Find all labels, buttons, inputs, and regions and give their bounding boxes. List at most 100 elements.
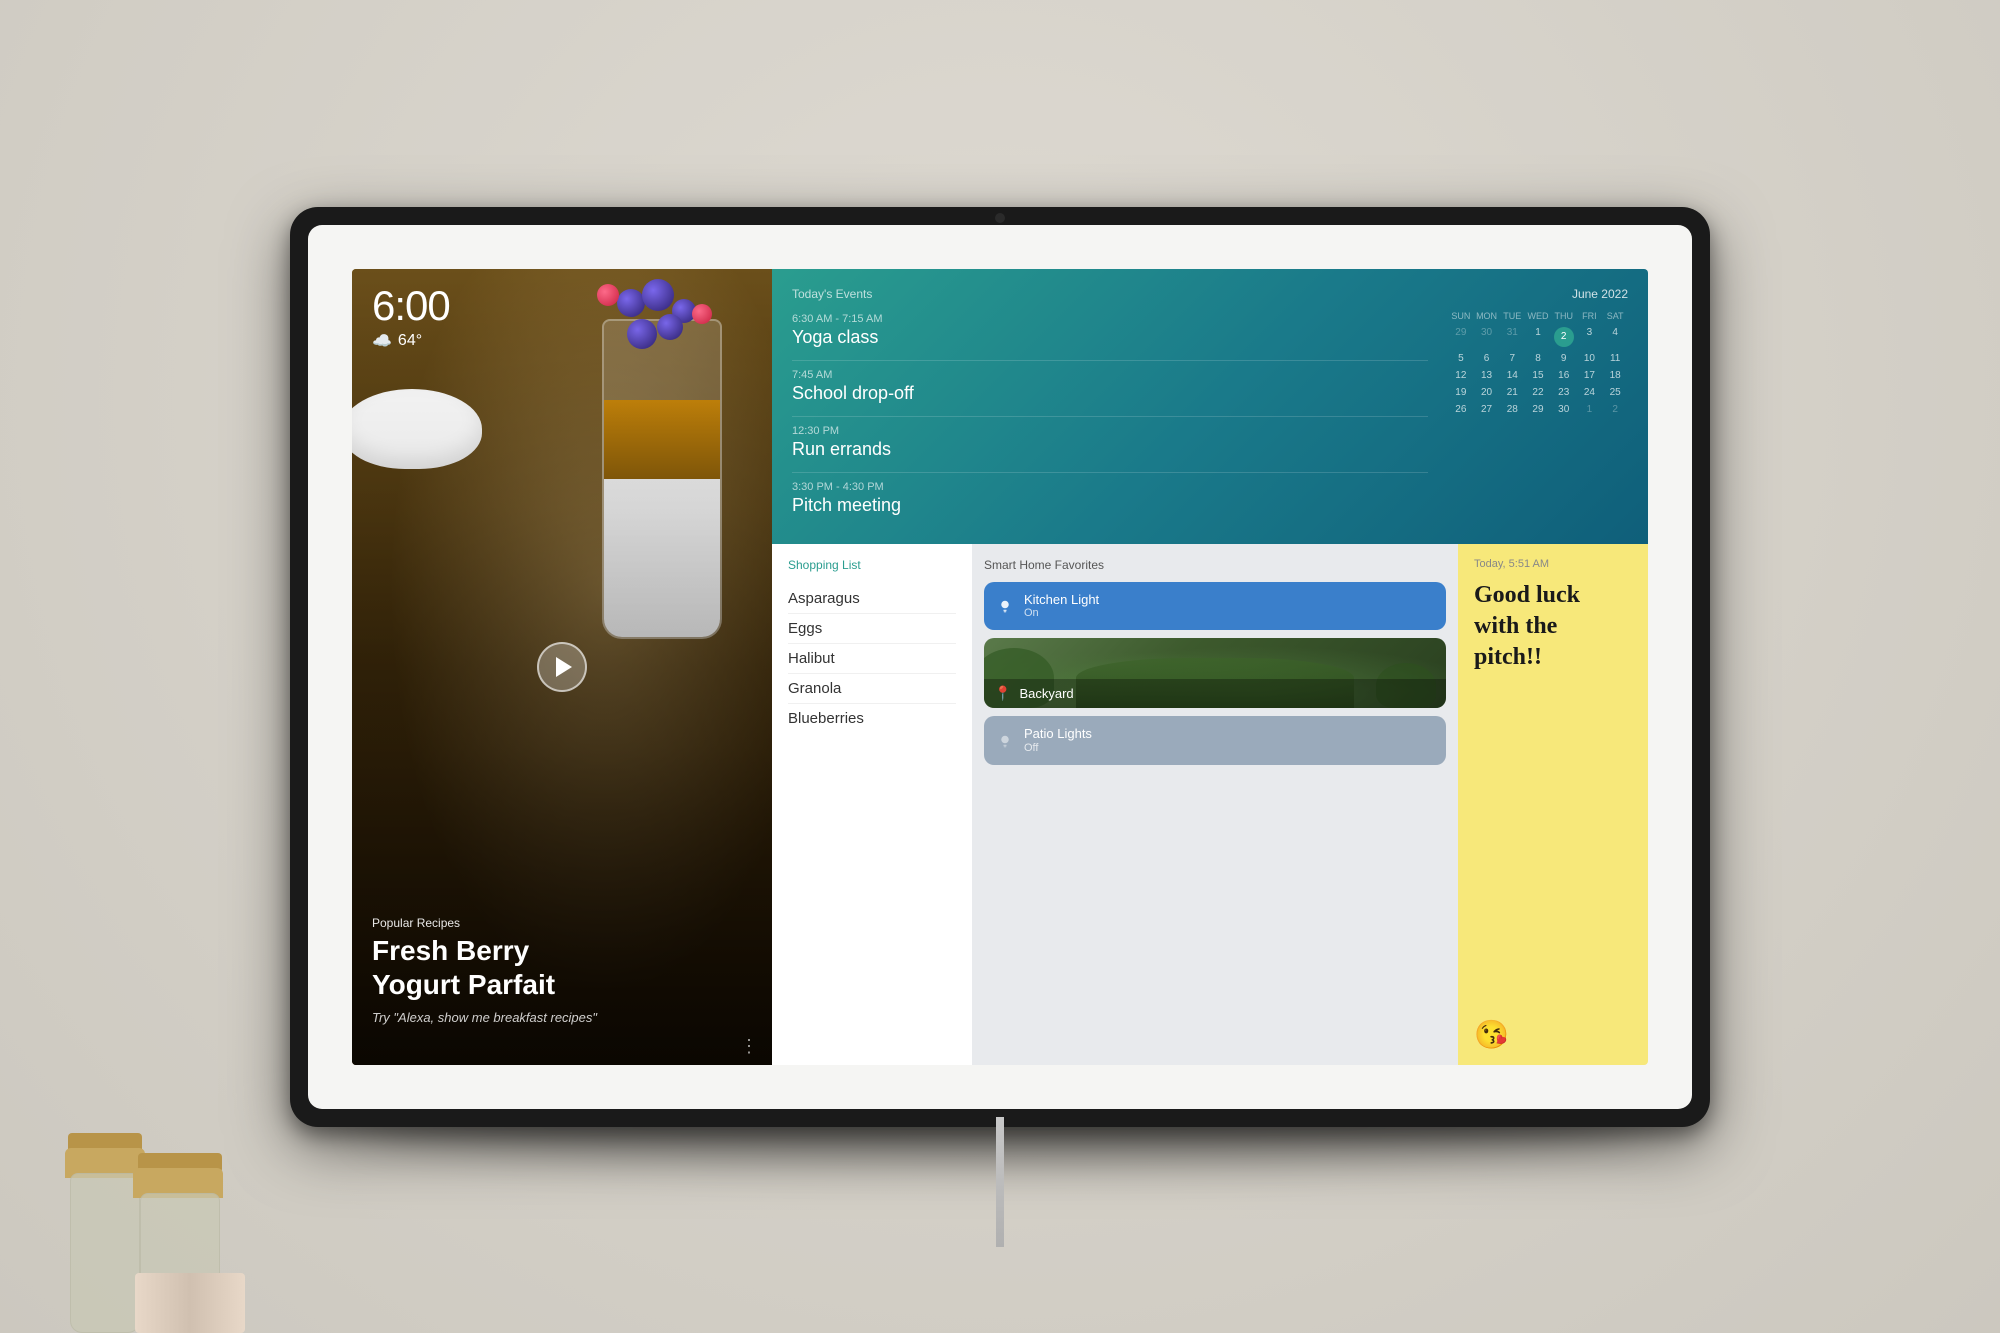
temperature: 64° — [398, 332, 422, 350]
cal-day[interactable]: 5 — [1448, 351, 1474, 366]
cal-day[interactable]: 2 — [1602, 402, 1628, 417]
cal-day[interactable]: 19 — [1448, 385, 1474, 400]
cal-day[interactable]: 29 — [1525, 402, 1551, 417]
play-button[interactable] — [537, 642, 587, 692]
smart-display-device: 6:00 ☁️ 64° Popular Recipes — [290, 207, 1710, 1127]
recipe-panel[interactable]: 6:00 ☁️ 64° Popular Recipes — [352, 269, 772, 1065]
cal-day[interactable]: 12 — [1448, 368, 1474, 383]
cal-day[interactable]: 1 — [1525, 325, 1551, 349]
backyard-label: 📍 Backyard — [984, 679, 1446, 708]
event-item[interactable]: 3:30 PM - 4:30 PM Pitch meeting — [792, 481, 1428, 516]
cal-day[interactable]: 22 — [1525, 385, 1551, 400]
event-time: 6:30 AM - 7:15 AM — [792, 313, 1428, 325]
event-divider — [792, 360, 1428, 361]
kitchen-light-status: On — [1024, 607, 1099, 620]
shopping-item[interactable]: Eggs — [788, 614, 956, 644]
calendar-weeks: 29 30 31 1 2 3 4 5 — [1448, 325, 1628, 417]
weather-icon: ☁️ — [372, 331, 392, 351]
smarthome-title: Smart Home Favorites — [984, 558, 1446, 572]
day-label-mon: MON — [1474, 311, 1500, 321]
events-list: Today's Events 6:30 AM - 7:15 AM Yoga cl… — [792, 287, 1428, 528]
calendar-week: 5 6 7 8 9 10 11 — [1448, 351, 1628, 366]
patio-lights-status: Off — [1024, 742, 1092, 755]
recipe-category: Popular Recipes — [372, 916, 752, 930]
events-title: Today's Events — [792, 287, 1428, 301]
cal-day[interactable]: 1 — [1577, 402, 1603, 417]
cal-day[interactable]: 15 — [1525, 368, 1551, 383]
kitchen-light-card[interactable]: Kitchen Light On — [984, 582, 1446, 631]
jar-lid — [65, 1148, 145, 1178]
jar-left — [60, 1113, 150, 1333]
backyard-card[interactable]: 📍 Backyard — [984, 638, 1446, 708]
sticky-note[interactable]: Today, 5:51 AM Good luckwith thepitch!! … — [1458, 544, 1648, 1065]
recipe-title: Fresh BerryYogurt Parfait — [372, 934, 752, 1001]
screen: 6:00 ☁️ 64° Popular Recipes — [352, 269, 1648, 1065]
shopping-list-title: Shopping List — [788, 558, 956, 572]
more-options-button[interactable]: ⋮ — [740, 1036, 760, 1057]
power-cable — [996, 1117, 1004, 1247]
cal-day[interactable]: 13 — [1474, 368, 1500, 383]
day-label-tue: TUE — [1499, 311, 1525, 321]
jar-lid — [133, 1168, 223, 1198]
calendar-widget[interactable]: June 2022 SUN MON TUE WED THU FRI SAT — [1448, 287, 1628, 528]
note-content: Good luckwith thepitch!! — [1474, 580, 1632, 1008]
cal-day[interactable]: 8 — [1525, 351, 1551, 366]
event-time: 3:30 PM - 4:30 PM — [792, 481, 1428, 493]
day-label-wed: WED — [1525, 311, 1551, 321]
cal-day[interactable]: 27 — [1474, 402, 1500, 417]
cal-day[interactable]: 4 — [1602, 325, 1628, 349]
shopping-item[interactable]: Halibut — [788, 644, 956, 674]
jar-body — [140, 1193, 220, 1333]
cal-day[interactable]: 25 — [1602, 385, 1628, 400]
cal-day[interactable]: 24 — [1577, 385, 1603, 400]
cal-day[interactable]: 20 — [1474, 385, 1500, 400]
cal-day[interactable]: 10 — [1577, 351, 1603, 366]
shopping-item[interactable]: Blueberries — [788, 704, 956, 733]
bottom-row: Shopping List Asparagus Eggs Halibut Gra… — [772, 544, 1648, 1065]
cal-day-today[interactable]: 2 — [1551, 325, 1577, 349]
events-section[interactable]: Today's Events 6:30 AM - 7:15 AM Yoga cl… — [772, 269, 1648, 544]
cal-day[interactable]: 21 — [1499, 385, 1525, 400]
cal-day[interactable]: 3 — [1577, 325, 1603, 349]
kitchen-light-text: Kitchen Light On — [1024, 592, 1099, 621]
event-name: Run errands — [792, 439, 1428, 460]
play-icon — [556, 657, 572, 677]
cal-day[interactable]: 6 — [1474, 351, 1500, 366]
cal-day[interactable]: 14 — [1499, 368, 1525, 383]
cal-day[interactable]: 23 — [1551, 385, 1577, 400]
shopping-item[interactable]: Granola — [788, 674, 956, 704]
event-name: School drop-off — [792, 383, 1428, 404]
cal-day[interactable]: 7 — [1499, 351, 1525, 366]
camera-dot — [995, 213, 1005, 223]
weather-display: ☁️ 64° — [372, 331, 450, 351]
cal-day[interactable]: 28 — [1499, 402, 1525, 417]
patio-lights-card[interactable]: Patio Lights Off — [984, 716, 1446, 765]
cal-day[interactable]: 9 — [1551, 351, 1577, 366]
location-icon: 📍 — [994, 685, 1011, 702]
calendar-week: 26 27 28 29 30 1 2 — [1448, 402, 1628, 417]
event-name: Pitch meeting — [792, 495, 1428, 516]
day-label-fri: FRI — [1577, 311, 1603, 321]
right-panel: Today's Events 6:30 AM - 7:15 AM Yoga cl… — [772, 269, 1648, 1065]
cal-day[interactable]: 18 — [1602, 368, 1628, 383]
event-item[interactable]: 7:45 AM School drop-off — [792, 369, 1428, 404]
calendar-week: 12 13 14 15 16 17 18 — [1448, 368, 1628, 383]
cal-day[interactable]: 30 — [1551, 402, 1577, 417]
device-frame: 6:00 ☁️ 64° Popular Recipes — [290, 207, 1710, 1127]
event-item[interactable]: 12:30 PM Run errands — [792, 425, 1428, 460]
cal-day[interactable]: 29 — [1448, 325, 1474, 349]
cal-day[interactable]: 17 — [1577, 368, 1603, 383]
cal-day[interactable]: 16 — [1551, 368, 1577, 383]
jar-lid-top — [138, 1153, 222, 1173]
event-name: Yoga class — [792, 327, 1428, 348]
backyard-text: Backyard — [1019, 686, 1073, 702]
cal-day[interactable]: 31 — [1499, 325, 1525, 349]
cal-day[interactable]: 30 — [1474, 325, 1500, 349]
shopping-item[interactable]: Asparagus — [788, 584, 956, 614]
cal-day[interactable]: 26 — [1448, 402, 1474, 417]
time-display: 6:00 — [372, 285, 450, 327]
cal-day[interactable]: 11 — [1602, 351, 1628, 366]
shopping-list-panel[interactable]: Shopping List Asparagus Eggs Halibut Gra… — [772, 544, 972, 1065]
event-item[interactable]: 6:30 AM - 7:15 AM Yoga class — [792, 313, 1428, 348]
smarthome-panel: Smart Home Favorites — [972, 544, 1458, 1065]
